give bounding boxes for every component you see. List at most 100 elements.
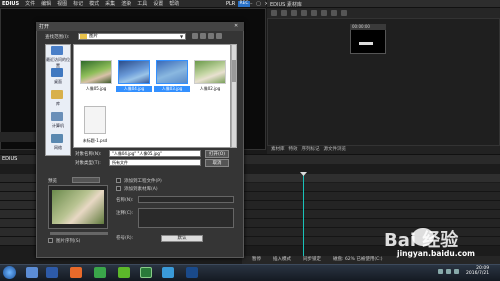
cut-icon[interactable] (321, 10, 327, 16)
bin-toolbar (267, 8, 500, 18)
preview-label: 预览 (48, 179, 57, 184)
volume-icon[interactable] (454, 269, 459, 274)
recent-places-icon[interactable] (51, 46, 63, 55)
preview-select[interactable] (72, 177, 100, 183)
filetype-select[interactable]: 所有文件 (109, 159, 201, 166)
track-header[interactable] (0, 210, 36, 219)
network-icon[interactable] (51, 134, 63, 143)
paste-icon[interactable] (341, 10, 347, 16)
status-pause: 暂停 (252, 257, 261, 262)
place-library[interactable]: 库 (45, 101, 71, 107)
name-field[interactable] (138, 196, 234, 203)
add-bin-label: 添加到素材库(A) (124, 187, 158, 192)
file-thumbnail[interactable] (80, 60, 112, 84)
file-thumbnail[interactable] (156, 60, 188, 84)
menu-edit[interactable]: 编辑 (41, 0, 51, 7)
active-app-icon[interactable] (140, 267, 152, 278)
tab-bin[interactable]: 素材库 (271, 146, 285, 154)
file-thumbnail[interactable] (118, 60, 150, 84)
copy-icon[interactable] (331, 10, 337, 16)
start-button[interactable] (3, 266, 16, 279)
file-name[interactable]: 人像04.jpg (116, 86, 152, 92)
tab-effects[interactable]: 特效 (289, 146, 298, 154)
track-header[interactable] (0, 174, 36, 183)
place-computer[interactable]: 计算机 (45, 123, 71, 129)
menu-marker[interactable]: 标记 (73, 0, 83, 7)
menu-mode[interactable]: 模式 (89, 0, 99, 7)
open-icon[interactable] (311, 10, 317, 16)
track-header[interactable] (0, 237, 36, 246)
track-header[interactable] (0, 228, 36, 237)
add-bin-checkbox[interactable] (116, 186, 121, 191)
bin-clip-mark (359, 42, 373, 45)
media-player-icon[interactable] (46, 267, 58, 278)
new-folder-icon[interactable] (208, 33, 214, 39)
file-name[interactable]: 未标题-1.psd (77, 138, 113, 144)
menu-file[interactable]: 文件 (25, 0, 35, 7)
up-folder-icon[interactable] (200, 33, 206, 39)
timeline-logo: EDIUS (2, 156, 18, 162)
menu-settings[interactable]: 设置 (153, 0, 163, 7)
place-network[interactable]: 网络 (45, 145, 71, 151)
chat-icon[interactable] (162, 267, 174, 278)
rec-badge[interactable]: REC (238, 1, 250, 7)
menu-render[interactable]: 渲染 (121, 0, 131, 7)
tab-sequence-markers[interactable]: 序列标记 (302, 146, 320, 154)
menu-view[interactable]: 视图 (57, 0, 67, 7)
view-menu-icon[interactable] (216, 33, 222, 39)
file-name[interactable]: 人像03.jpg (154, 86, 190, 92)
preview-slider[interactable] (50, 232, 108, 235)
folder-icon (80, 34, 87, 39)
name-field-label: 名称(N): (116, 198, 134, 203)
clock-date: 2016/7/21 (466, 271, 490, 276)
library-icon[interactable] (51, 90, 63, 99)
playhead-line[interactable] (303, 174, 304, 264)
close-icon[interactable]: ✕ (234, 23, 238, 29)
add-project-checkbox[interactable] (116, 178, 121, 183)
chevron-down-icon[interactable]: ▼ (180, 34, 183, 39)
add-project-label: 添加到工程文件(P) (124, 179, 162, 184)
file-thumbnail[interactable] (194, 60, 226, 84)
psd-file-icon[interactable] (84, 106, 106, 134)
menu-capture[interactable]: 采集 (105, 0, 115, 7)
file-name[interactable]: 人像02.jpg (192, 86, 228, 92)
sequence-checkbox[interactable] (48, 238, 53, 243)
firefox-icon[interactable] (70, 267, 82, 278)
track-header[interactable] (0, 219, 36, 228)
back-icon[interactable] (192, 33, 198, 39)
tray-icon[interactable] (446, 269, 451, 274)
plr-badge[interactable]: PLR (226, 1, 235, 7)
file-name[interactable]: 人像05.jpg (78, 86, 114, 92)
track-header[interactable] (0, 192, 36, 201)
menu-tools[interactable]: 工具 (137, 0, 147, 7)
new-clip-icon[interactable] (301, 10, 307, 16)
menu-help[interactable]: 帮助 (169, 0, 179, 7)
clock[interactable]: 20:09 2016/7/21 (466, 266, 489, 276)
scrollbar-thumb[interactable] (232, 60, 236, 82)
explorer-icon[interactable] (26, 267, 38, 278)
search-icon[interactable] (281, 10, 287, 16)
status-disk: 磁盘: 62% 已被使用(C:) (333, 257, 383, 262)
folder-icon[interactable] (271, 10, 277, 16)
comment-field-label: 注释(C): (116, 211, 134, 216)
app-icon[interactable] (94, 267, 106, 278)
track-header[interactable] (0, 183, 36, 192)
edius-task-icon[interactable] (186, 267, 198, 278)
dialog-titlebar[interactable] (36, 22, 244, 31)
comment-field[interactable] (138, 208, 234, 228)
up-icon[interactable] (291, 10, 297, 16)
tab-source-browser[interactable]: 源文件浏览 (324, 146, 347, 154)
place-desktop[interactable]: 桌面 (45, 79, 71, 85)
browser-icon[interactable] (118, 267, 130, 278)
desktop-icon[interactable] (51, 68, 63, 77)
look-in-select[interactable]: 图片 (78, 33, 186, 40)
computer-icon[interactable] (51, 112, 63, 121)
cancel-button[interactable]: 取消 (205, 159, 229, 167)
bin-clip-timecode: 00:00:00 (350, 24, 386, 30)
reel-field[interactable]: 默认 (161, 235, 203, 242)
open-button[interactable]: 打开(O) (205, 150, 229, 158)
track-header[interactable] (0, 201, 36, 210)
timeline-ruler[interactable] (240, 174, 500, 182)
tray-icon[interactable] (438, 269, 443, 274)
filename-input[interactable]: "人像04.jpg" "人像05.jpg" (109, 150, 201, 157)
